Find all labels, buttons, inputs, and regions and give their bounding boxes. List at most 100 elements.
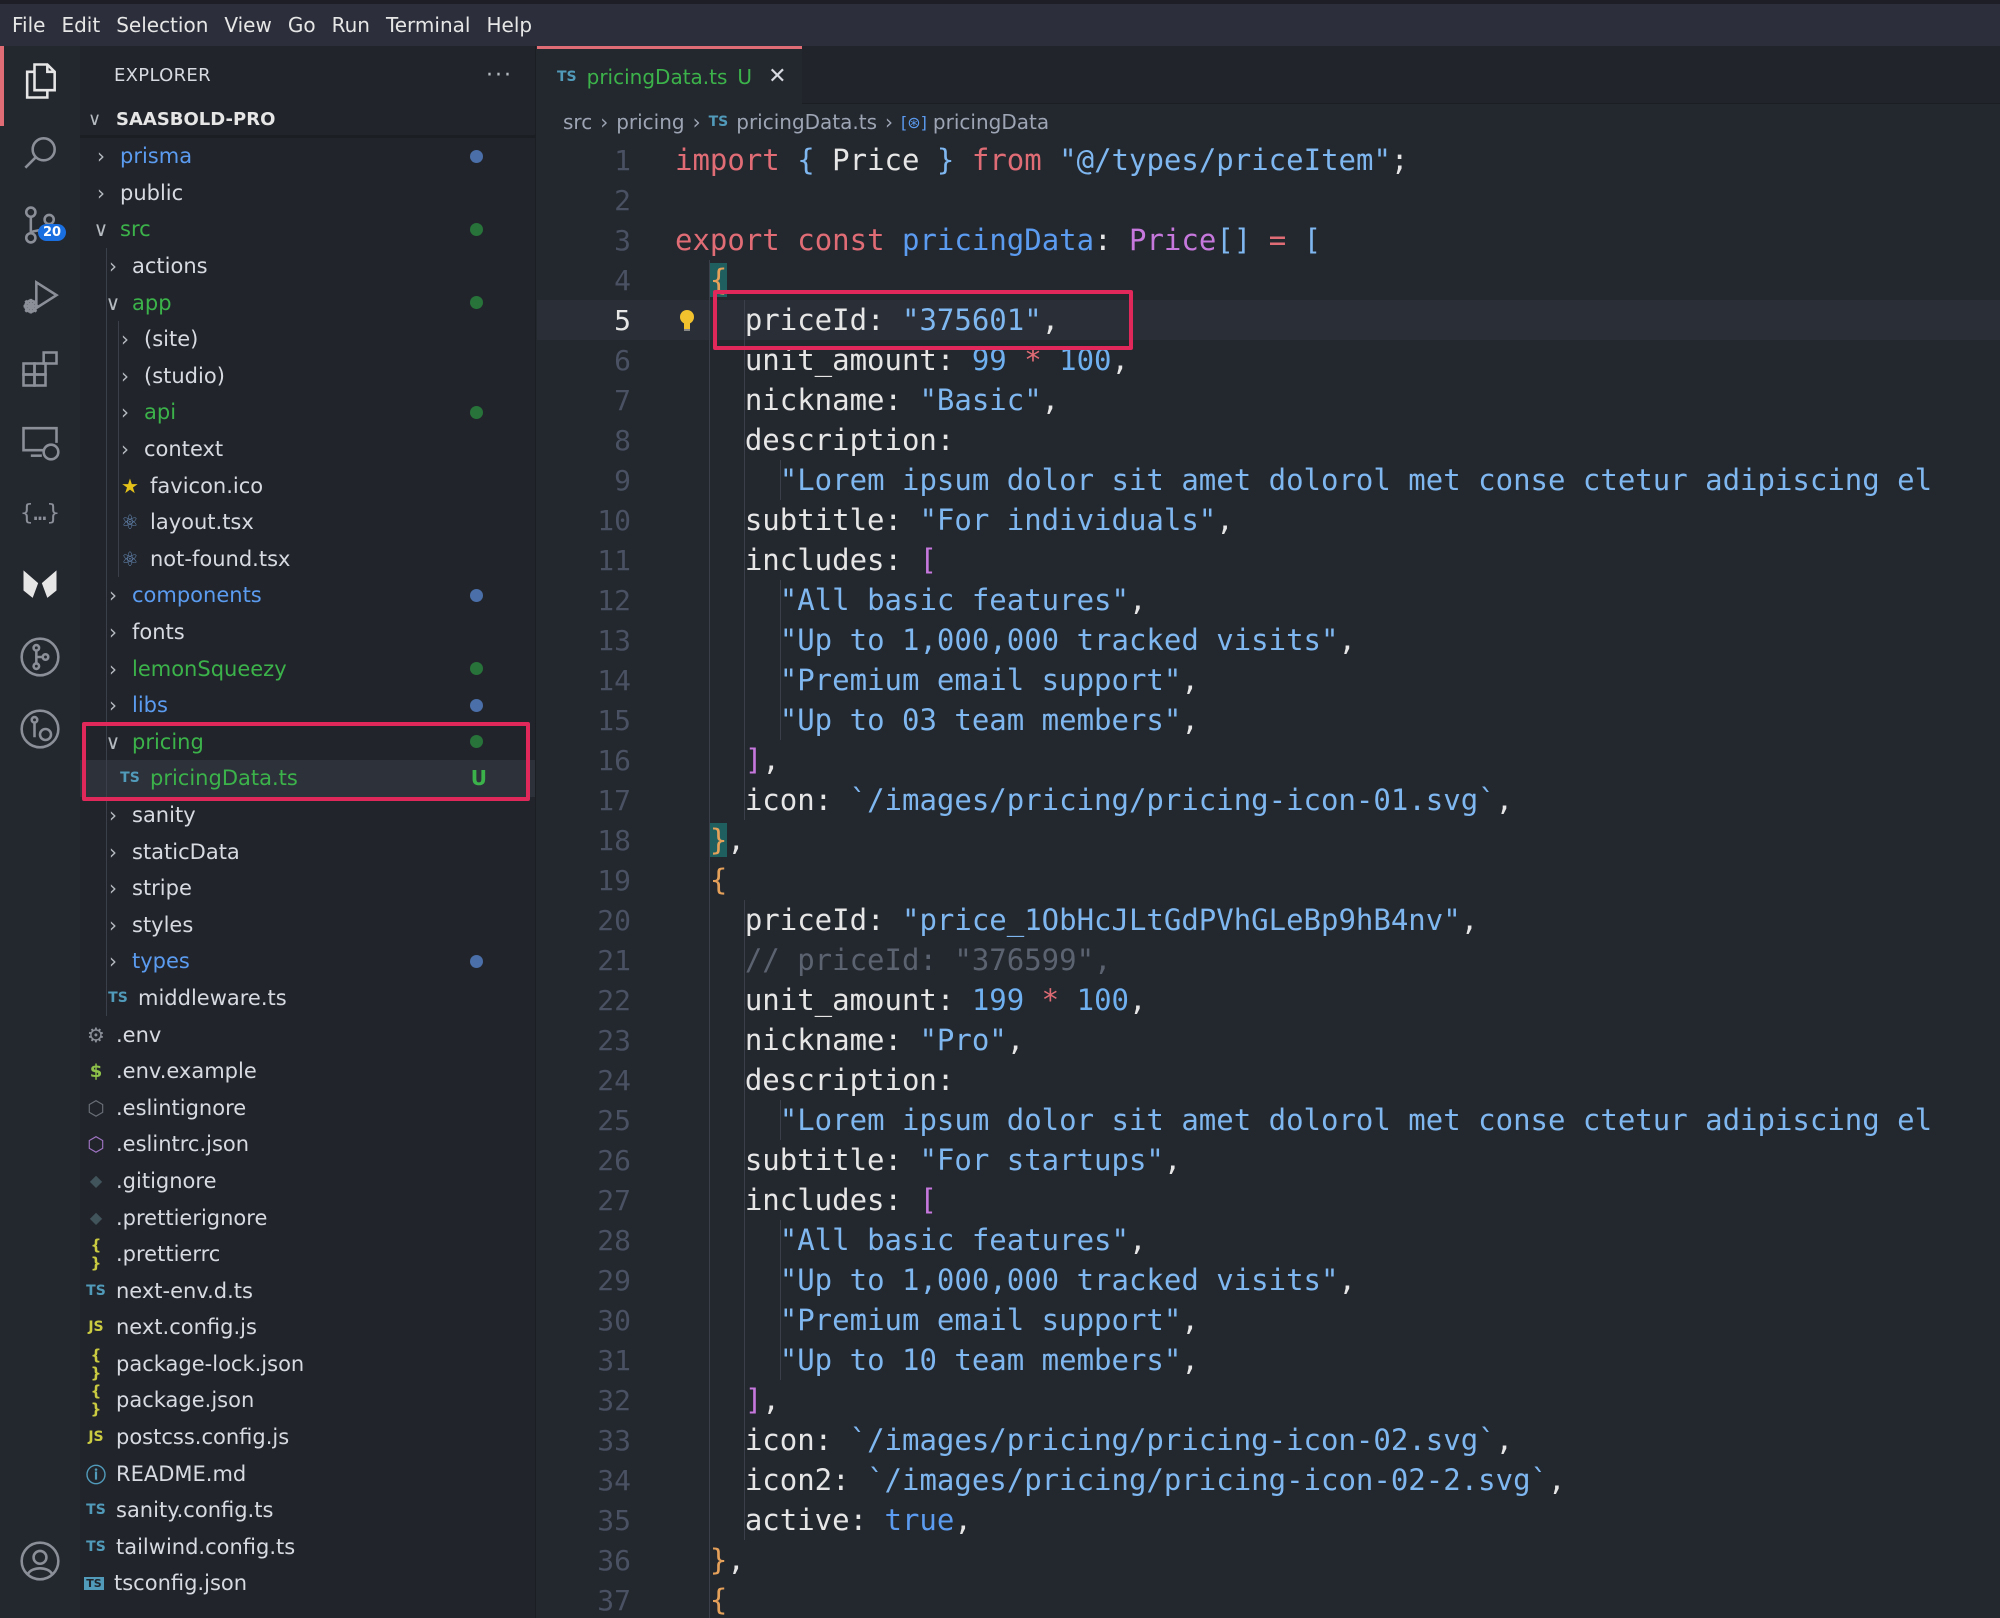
activity-remote-explorer[interactable] — [0, 406, 80, 476]
file--env-example[interactable]: $ .env.example — [80, 1053, 535, 1090]
folder-stripe[interactable]: › stripe — [80, 870, 535, 907]
code-editor[interactable]: 1 import { Price } from "@/types/priceIte… — [537, 140, 2000, 1618]
file-postcss-config-js[interactable]: JS postcss.config.js — [80, 1419, 535, 1456]
folder-styles[interactable]: › styles — [80, 906, 535, 943]
tree-item-label: next.config.js — [116, 1315, 257, 1340]
file-package-json[interactable]: { } package.json — [80, 1382, 535, 1419]
activity-source-control[interactable]: 20 — [0, 190, 80, 260]
breadcrumb-pricing[interactable]: pricing — [616, 110, 684, 134]
json-icon: { } — [90, 1382, 102, 1419]
folder-lemonsqueezy[interactable]: › lemonSqueezy — [80, 650, 535, 687]
menu-file[interactable]: File — [4, 13, 53, 37]
folder-api[interactable]: › api — [80, 394, 535, 431]
file-next-env-d-ts[interactable]: TS next-env.d.ts — [80, 1272, 535, 1309]
git-status-dot — [470, 296, 483, 310]
chevron-right-icon: › — [600, 110, 609, 134]
file-next-config-js[interactable]: JS next.config.js — [80, 1309, 535, 1346]
activity-accounts[interactable] — [0, 1526, 80, 1596]
activity-search[interactable] — [0, 118, 80, 188]
code-text: export const pricingData: Price[] = [ — [675, 223, 1322, 257]
file--prettierrc[interactable]: { } .prettierrc — [80, 1236, 535, 1273]
folder-libs[interactable]: › libs — [80, 687, 535, 724]
more-actions-icon[interactable]: ··· — [486, 63, 513, 88]
file-readme-md[interactable]: ⓘ README.md — [80, 1455, 535, 1492]
activity-extensions[interactable] — [0, 334, 80, 404]
activity-butterfly[interactable] — [0, 550, 80, 620]
menu-edit[interactable]: Edit — [53, 13, 108, 37]
folder-prisma[interactable]: › prisma — [80, 138, 535, 175]
folder-src[interactable]: ∨ src — [80, 211, 535, 248]
folder-staticdata[interactable]: › staticData — [80, 833, 535, 870]
tree-item-label: tsconfig.json — [114, 1571, 248, 1596]
file-tsconfig-json[interactable]: TS tsconfig.json — [80, 1565, 535, 1602]
menu-go[interactable]: Go — [280, 13, 324, 37]
tree-item-label: middleware.ts — [138, 985, 287, 1010]
file-middleware-ts[interactable]: TS middleware.ts — [80, 980, 535, 1017]
close-icon[interactable]: ✕ — [768, 64, 786, 89]
breadcrumb-file[interactable]: pricingData.ts — [736, 110, 877, 134]
folder-context[interactable]: › context — [80, 431, 535, 468]
file-tailwind-config-ts[interactable]: TS tailwind.config.ts — [80, 1529, 535, 1566]
activity-git-graph[interactable] — [0, 622, 80, 692]
menu-help[interactable]: Help — [478, 13, 540, 37]
file-favicon-ico[interactable]: ★ favicon.ico — [80, 467, 535, 504]
files-icon — [25, 63, 56, 99]
tree-item-label: .env — [116, 1022, 162, 1047]
file--env[interactable]: ⚙ .env — [80, 1016, 535, 1053]
activity-run-debug[interactable] — [0, 262, 80, 332]
git-status-dot — [470, 405, 483, 419]
line-number: 21 — [597, 943, 631, 977]
json-icon: { } — [90, 1236, 102, 1273]
folder-fonts[interactable]: › fonts — [80, 614, 535, 651]
activity-explorer[interactable] — [0, 46, 80, 126]
code-line: 24 description: — [537, 1060, 2000, 1100]
line-number: 30 — [597, 1303, 631, 1337]
tree-item-label: .eslintrc.json — [116, 1132, 250, 1157]
lightbulb-icon[interactable] — [679, 306, 695, 331]
folder-sanity[interactable]: › sanity — [80, 797, 535, 834]
code-line: 35 active: true, — [537, 1500, 2000, 1540]
folder-site[interactable]: › (site) — [80, 321, 535, 358]
activity-git-lens[interactable] — [0, 694, 80, 764]
file-layout-tsx[interactable]: ⚛ layout.tsx — [80, 504, 535, 541]
typescript-icon: TS — [86, 1502, 106, 1519]
code-line: 20 priceId: "price_1ObHcJLtGdPVhGLeBp9hB… — [537, 900, 2000, 940]
folder-pricing[interactable]: ∨ pricing — [80, 724, 535, 761]
breadcrumb-symbol[interactable]: pricingData — [933, 110, 1049, 134]
code-line: 17 icon: `/images/pricing/pricing-icon-0… — [537, 780, 2000, 820]
file--prettierignore[interactable]: ◆ .prettierignore — [80, 1199, 535, 1236]
folder-components[interactable]: › components — [80, 577, 535, 614]
code-text: icon: `/images/pricing/pricing-icon-01.s… — [675, 783, 1514, 817]
file-sanity-config-ts[interactable]: TS sanity.config.ts — [80, 1492, 535, 1529]
file--gitignore[interactable]: ◆ .gitignore — [80, 1163, 535, 1200]
git-status-dot — [470, 149, 483, 163]
breadcrumb-src[interactable]: src — [563, 110, 592, 134]
activity-json[interactable]: {…} — [0, 478, 80, 548]
folder-types[interactable]: › types — [80, 943, 535, 980]
menu-terminal[interactable]: Terminal — [378, 13, 479, 37]
folder-public[interactable]: › public — [80, 175, 535, 212]
menu-view[interactable]: View — [216, 13, 279, 37]
menu-selection[interactable]: Selection — [108, 13, 216, 37]
code-text: "Premium email support", — [779, 663, 1199, 697]
menu-run[interactable]: Run — [324, 13, 378, 37]
code-text: "All basic features", — [779, 1223, 1147, 1257]
file--eslintrc-json[interactable]: ⬡ .eslintrc.json — [80, 1126, 535, 1163]
code-text: icon2: `/images/pricing/pricing-icon-02-… — [675, 1463, 1566, 1497]
folder-app[interactable]: ∨ app — [80, 284, 535, 321]
line-number: 7 — [614, 383, 631, 417]
code-text: priceId: "price_1ObHcJLtGdPVhGLeBp9hB4nv… — [675, 903, 1479, 937]
folder-studio[interactable]: › (studio) — [80, 358, 535, 395]
tree-item-label: src — [120, 217, 151, 242]
file--eslintignore[interactable]: ⬡ .eslintignore — [80, 1089, 535, 1126]
file-pricingdata-ts[interactable]: TS pricingData.ts U — [80, 760, 535, 797]
file-package-lock-json[interactable]: { } package-lock.json — [80, 1346, 535, 1383]
folder-actions[interactable]: › actions — [80, 248, 535, 285]
workspace-root[interactable]: ∨ SAASBOLD-PRO — [80, 104, 535, 138]
tab-pricingData[interactable]: TS pricingData.ts U ✕ — [537, 46, 802, 104]
file-not-found-tsx[interactable]: ⚛ not-found.tsx — [80, 541, 535, 578]
line-number: 4 — [614, 263, 631, 297]
line-number: 20 — [597, 903, 631, 937]
indent-guide — [709, 260, 710, 1618]
tree-item-label: api — [144, 400, 177, 425]
